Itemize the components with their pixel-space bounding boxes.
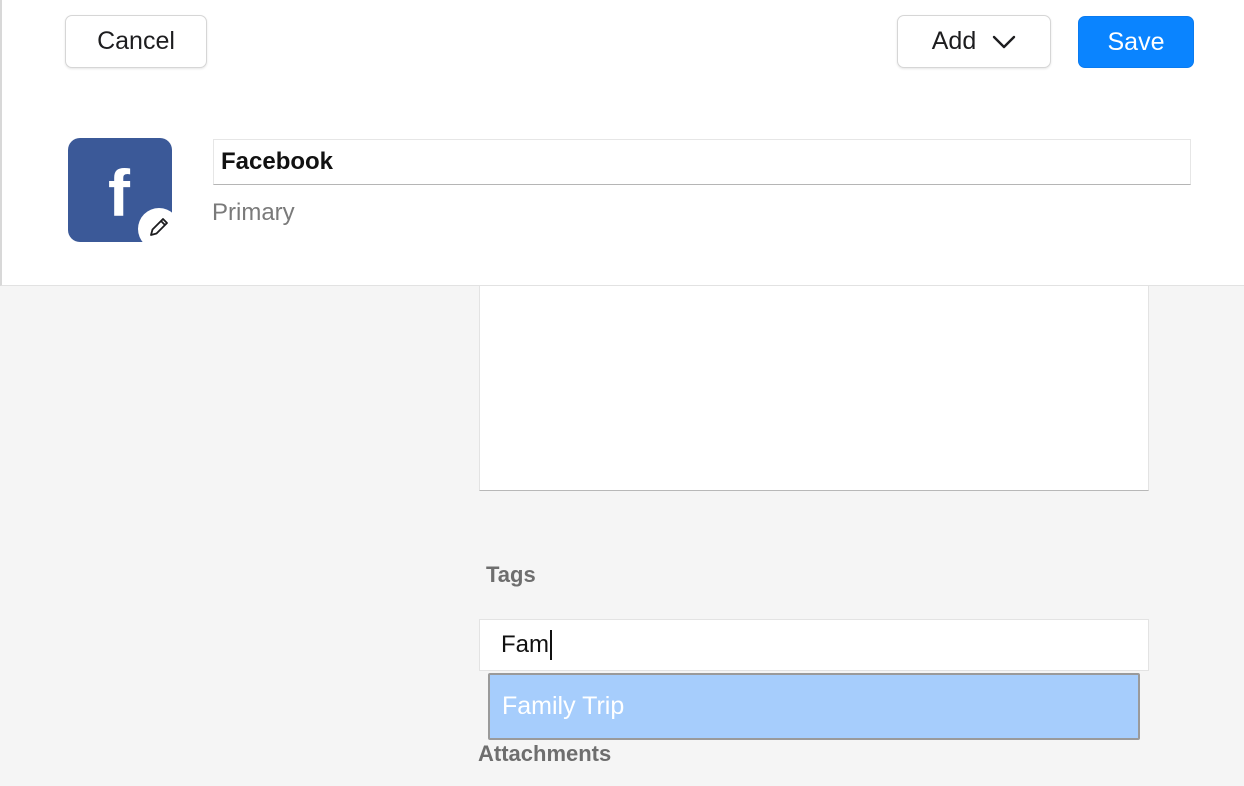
edit-icon-button[interactable] <box>138 208 180 250</box>
add-button-label: Add <box>931 27 977 55</box>
tag-suggestion-label: Family Trip <box>502 692 625 720</box>
text-cursor <box>550 630 552 660</box>
tags-label: Tags <box>486 562 536 587</box>
title-field-value: Facebook <box>221 148 334 175</box>
pencil-icon <box>146 214 172 245</box>
attachments-label: Attachments <box>478 741 612 766</box>
subtitle-label: Primary <box>212 199 295 226</box>
add-menu-button[interactable]: Add <box>897 15 1051 68</box>
save-button-label: Save <box>1107 27 1165 56</box>
tags-input-value: Fam <box>501 631 549 658</box>
chevron-down-icon <box>992 35 1016 49</box>
logo-letter: f <box>108 156 130 230</box>
editor-header: Cancel Add Save f Facebook Primary <box>0 0 1244 286</box>
cancel-button[interactable]: Cancel <box>65 15 207 68</box>
tags-input[interactable]: Fam <box>479 619 1149 671</box>
title-field[interactable]: Facebook <box>213 139 1191 185</box>
notes-field[interactable] <box>479 286 1149 491</box>
tag-suggestion-item[interactable]: Family Trip <box>488 673 1140 740</box>
save-button[interactable]: Save <box>1078 16 1194 68</box>
cancel-button-label: Cancel <box>97 27 175 55</box>
